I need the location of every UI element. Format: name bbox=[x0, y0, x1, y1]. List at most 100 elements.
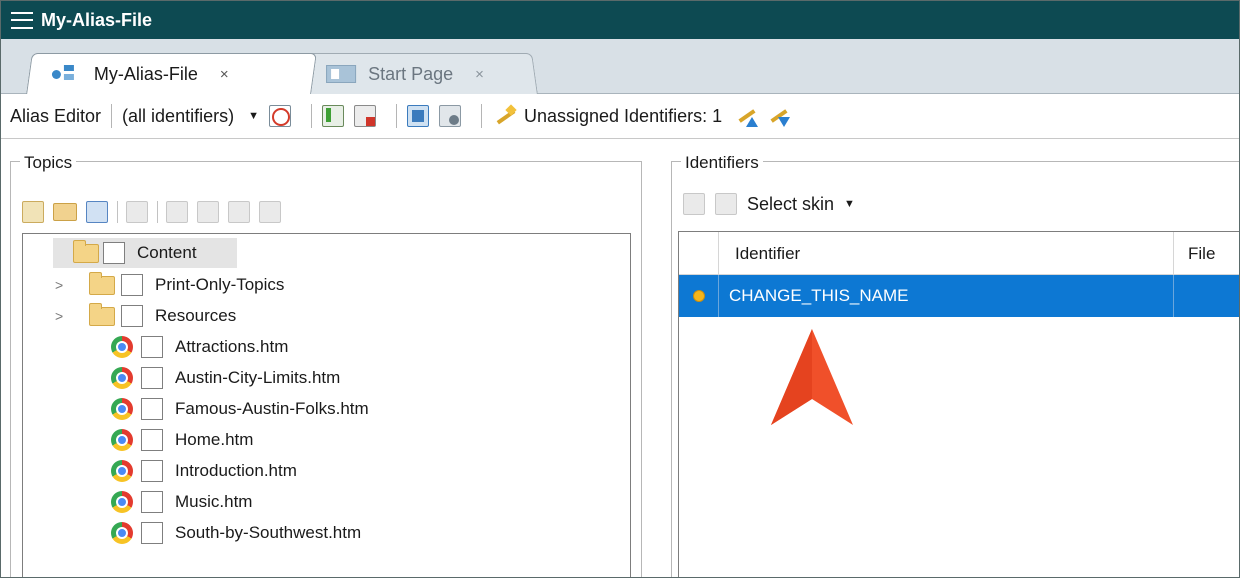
chrome-icon bbox=[111, 398, 133, 420]
edit-icon[interactable] bbox=[126, 201, 148, 223]
alias-file-icon bbox=[51, 65, 82, 83]
assign-icon[interactable] bbox=[683, 193, 705, 215]
tree-item[interactable]: Attractions.htm bbox=[107, 332, 288, 362]
close-icon[interactable]: × bbox=[220, 66, 229, 83]
identifiers-title: Identifiers bbox=[681, 153, 763, 173]
toolbar-separator bbox=[111, 104, 113, 128]
tree-root[interactable]: Content bbox=[53, 238, 237, 268]
editor-label: Alias Editor bbox=[10, 105, 102, 126]
select-skin-dropdown[interactable]: Select skin bbox=[747, 194, 834, 215]
chevron-right-icon[interactable]: > bbox=[55, 277, 73, 293]
topics-toolbar bbox=[22, 199, 290, 225]
chevron-right-icon[interactable]: > bbox=[55, 308, 73, 324]
table-row[interactable]: CHANGE_THIS_NAME bbox=[679, 275, 1239, 317]
checkbox[interactable] bbox=[141, 336, 163, 358]
copy-icon[interactable] bbox=[22, 201, 44, 223]
sort-icon[interactable] bbox=[259, 201, 281, 223]
checkbox[interactable] bbox=[141, 491, 163, 513]
chrome-icon bbox=[111, 491, 133, 513]
app-window: My-Alias-File Start Page × My-Alias-File… bbox=[0, 0, 1240, 578]
checkbox[interactable] bbox=[141, 367, 163, 389]
settings-icon[interactable] bbox=[438, 105, 461, 127]
previous-unassigned-icon[interactable] bbox=[736, 105, 759, 127]
next-unassigned-icon[interactable] bbox=[768, 105, 791, 127]
delete-identifier-icon[interactable] bbox=[353, 105, 376, 127]
unlink-icon[interactable] bbox=[197, 201, 219, 223]
alias-editor-toolbar: Alias Editor (all identifiers) ▼ Unassig… bbox=[1, 94, 1239, 139]
unassigned-identifiers-label[interactable]: Unassigned Identifiers: 1 bbox=[524, 106, 722, 127]
link-icon[interactable] bbox=[166, 201, 188, 223]
chrome-icon bbox=[111, 460, 133, 482]
tree-item-label: Print-Only-Topics bbox=[155, 275, 285, 294]
tree-item-label: Introduction.htm bbox=[175, 461, 297, 480]
status-cell bbox=[679, 275, 719, 317]
checkbox[interactable] bbox=[141, 398, 163, 420]
open-icon[interactable] bbox=[228, 201, 250, 223]
toolbar-separator bbox=[310, 104, 312, 128]
topics-tree: Content > Print-Only-Topics > Resources … bbox=[22, 233, 631, 577]
add-identifier-icon[interactable] bbox=[321, 105, 344, 127]
no-identifier-icon[interactable] bbox=[268, 105, 291, 127]
assign-topic-icon[interactable] bbox=[406, 105, 429, 127]
status-column-header[interactable] bbox=[679, 232, 719, 275]
tree-root-label: Content bbox=[137, 243, 197, 262]
toolbar-separator bbox=[157, 201, 158, 223]
folder-icon bbox=[89, 302, 115, 326]
title-bar: My-Alias-File bbox=[1, 1, 1239, 39]
tree-item[interactable]: > Resources bbox=[23, 301, 236, 331]
pointer-arrow-icon bbox=[771, 329, 853, 425]
checkbox[interactable] bbox=[121, 305, 143, 327]
identifiers-toolbar: Select skin ▼ bbox=[683, 191, 865, 217]
close-icon[interactable]: × bbox=[475, 66, 484, 83]
tree-item[interactable]: Introduction.htm bbox=[107, 456, 297, 486]
chrome-icon bbox=[111, 367, 133, 389]
chrome-icon bbox=[111, 429, 133, 451]
identifiers-panel: Identifiers Select skin ▼ Identifier Fil… bbox=[671, 139, 1239, 577]
checkbox[interactable] bbox=[121, 274, 143, 296]
unassigned-bulb-icon bbox=[692, 290, 705, 302]
table-icon[interactable] bbox=[86, 201, 108, 223]
tree-item-label: Resources bbox=[155, 306, 237, 325]
folder-icon bbox=[89, 271, 115, 295]
tree-item[interactable]: South-by-Southwest.htm bbox=[107, 518, 361, 548]
identifier-cell[interactable]: CHANGE_THIS_NAME bbox=[719, 275, 1174, 317]
tab-label: Start Page bbox=[368, 63, 454, 84]
window-title: My-Alias-File bbox=[41, 9, 153, 30]
toolbar-separator bbox=[480, 104, 482, 128]
tree-item-label: Music.htm bbox=[175, 492, 253, 511]
chrome-icon bbox=[111, 336, 133, 358]
checkbox[interactable] bbox=[141, 460, 163, 482]
tree-item-label: Home.htm bbox=[175, 430, 254, 449]
tree-item-label: Famous-Austin-Folks.htm bbox=[175, 399, 369, 418]
tab-my-alias-file[interactable]: My-Alias-File × bbox=[26, 53, 317, 94]
identifier-filter-dropdown[interactable]: (all identifiers) bbox=[122, 106, 234, 127]
skin-icon[interactable] bbox=[715, 193, 737, 215]
tree-item-label: Attractions.htm bbox=[175, 337, 289, 356]
tree-item[interactable]: Home.htm bbox=[107, 425, 253, 455]
column-header-file[interactable]: File bbox=[1174, 232, 1234, 275]
topics-panel: Topics Content > Print-Only-Topics > Res… bbox=[10, 139, 642, 577]
topics-title: Topics bbox=[20, 153, 77, 173]
tree-item[interactable]: > Print-Only-Topics bbox=[23, 270, 284, 300]
tree-item-label: Austin-City-Limits.htm bbox=[175, 368, 341, 387]
tab-start-page[interactable]: Start Page × bbox=[300, 53, 538, 94]
start-page-icon bbox=[326, 65, 357, 83]
toolbar-separator bbox=[395, 104, 397, 128]
menu-icon[interactable] bbox=[11, 11, 33, 29]
chrome-icon bbox=[111, 522, 133, 544]
auto-assign-icon[interactable] bbox=[492, 105, 514, 127]
chevron-down-icon[interactable]: ▼ bbox=[844, 198, 855, 210]
folder-open-icon bbox=[73, 239, 99, 263]
tree-item-label: South-by-Southwest.htm bbox=[175, 523, 362, 542]
checkbox[interactable] bbox=[141, 522, 163, 544]
folder-icon[interactable] bbox=[53, 203, 77, 221]
chevron-down-icon[interactable]: ▼ bbox=[248, 110, 259, 122]
tree-item[interactable]: Music.htm bbox=[107, 487, 252, 517]
column-header-identifier[interactable]: Identifier bbox=[719, 232, 1174, 275]
tree-item[interactable]: Famous-Austin-Folks.htm bbox=[107, 394, 369, 424]
checkbox[interactable] bbox=[141, 429, 163, 451]
grid-header: Identifier File bbox=[679, 232, 1239, 275]
tab-strip: Start Page × My-Alias-File × bbox=[1, 39, 1239, 94]
checkbox[interactable] bbox=[103, 242, 125, 264]
tree-item[interactable]: Austin-City-Limits.htm bbox=[107, 363, 340, 393]
